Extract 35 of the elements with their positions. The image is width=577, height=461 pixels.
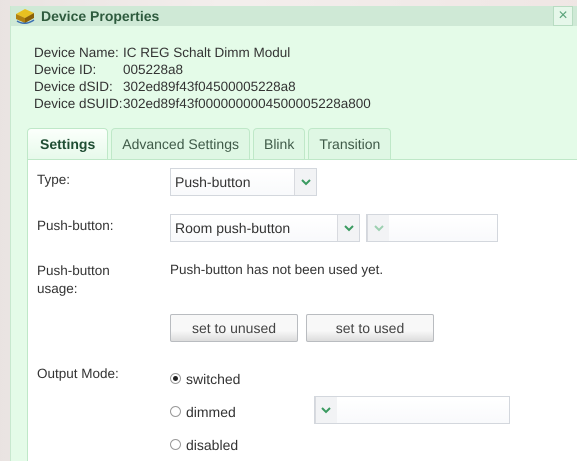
radio-option[interactable]: switched <box>170 362 240 395</box>
usage-text: Push-button has not been used yet. <box>170 261 384 277</box>
action-button[interactable]: set to unused <box>170 314 298 342</box>
caret-icon <box>300 178 310 186</box>
field-label: Push-button: <box>37 217 115 235</box>
radio-icon[interactable] <box>170 373 181 384</box>
caret-icon <box>321 406 332 414</box>
radio-icon[interactable] <box>170 406 181 417</box>
device-icon <box>14 7 36 25</box>
field-label: Push-button usage: <box>37 262 111 298</box>
tab[interactable]: Blink <box>252 128 306 159</box>
info-value: 302ed89f43f0000000004500005228a800 <box>123 95 372 112</box>
field-label: Output Mode: <box>37 365 120 383</box>
push-button-select[interactable]: Room push-button <box>170 214 360 242</box>
caret-icon <box>344 224 354 232</box>
radio-option[interactable]: dimmed <box>170 395 236 428</box>
info-label: Device ID: <box>34 61 98 78</box>
tab[interactable]: Settings <box>27 128 108 159</box>
tab[interactable]: Advanced Settings <box>111 128 250 159</box>
action-button[interactable]: set to used <box>306 314 434 342</box>
info-label: Device dSID: <box>34 78 114 95</box>
caret-icon <box>374 224 384 232</box>
field-label: Type: <box>37 171 72 189</box>
info-value: IC REG Schalt Dimm Modul <box>123 44 292 61</box>
info-label: Device Name: <box>34 44 120 61</box>
info-value: 005228a8 <box>123 61 184 78</box>
tab[interactable]: Transition <box>308 128 392 159</box>
type-select[interactable]: Push-button <box>170 168 317 196</box>
info-value: 302ed89f43f04500005228a8 <box>123 78 297 95</box>
radio-icon[interactable] <box>170 439 181 450</box>
radio-option[interactable]: disabled <box>170 428 238 461</box>
dim-select[interactable] <box>314 396 510 424</box>
info-label: Device dSUID: <box>34 95 123 112</box>
window-title: Device Properties <box>41 8 160 24</box>
secondary-select[interactable] <box>366 214 498 242</box>
